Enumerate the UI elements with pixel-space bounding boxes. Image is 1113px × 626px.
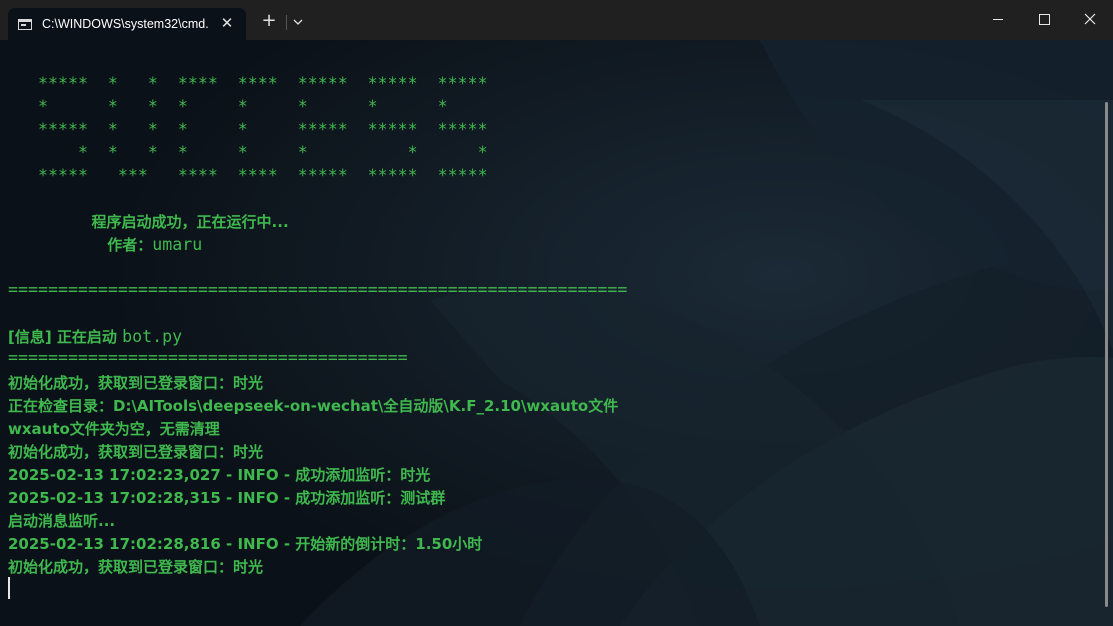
author-line: 作者：umaru [8, 235, 202, 255]
banner-line: * * * * * * * * [38, 97, 448, 116]
maximize-button[interactable] [1021, 0, 1067, 40]
close-icon [1084, 13, 1096, 25]
author-name: umaru [152, 235, 203, 254]
tab-separator [286, 15, 287, 30]
minimize-button[interactable] [975, 0, 1021, 40]
log-line: 2025-02-13 17:02:28,816 - INFO - 开始新的倒计时… [8, 535, 483, 553]
log-line: wxauto文件夹为空，无需清理 [8, 420, 220, 438]
new-tab-button[interactable]: + [259, 11, 279, 31]
banner-line: ***** * * * * ***** ***** ***** [38, 120, 488, 139]
tab-title: C:\WINDOWS\system32\cmd. [42, 17, 209, 31]
banner-line: ***** *** **** **** ***** ***** ***** [38, 166, 488, 185]
scrollbar[interactable] [1105, 102, 1108, 607]
terminal-tab[interactable]: C:\WINDOWS\system32\cmd. ✕ [8, 8, 246, 40]
terminal-output[interactable]: ***** * * **** **** ***** ***** ***** * … [0, 40, 1113, 626]
log-line: 2025-02-13 17:02:28,315 - INFO - 成功添加监听：… [8, 489, 446, 507]
cmd-icon [18, 18, 32, 30]
banner-line: ***** * * **** **** ***** ***** ***** [38, 74, 488, 93]
banner-line: * * * * * * * * [38, 143, 488, 162]
log-line: 初始化成功，获取到已登录窗口：时光 [8, 374, 264, 392]
author-label: 作者： [8, 236, 153, 254]
info-tag: [信息] 正在启动 [8, 328, 123, 346]
close-tab-button[interactable]: ✕ [220, 16, 234, 31]
divider-long: ========================================… [8, 280, 628, 299]
log-line: 2025-02-13 17:02:23,027 - INFO - 成功添加监听：… [8, 466, 431, 484]
close-window-button[interactable] [1067, 0, 1113, 40]
info-file: bot.py [122, 327, 183, 346]
log-line: 初始化成功，获取到已登录窗口：时光 [8, 558, 264, 576]
log-line: 正在检查目录：D:\AITools\deepseek-on-wechat\全自动… [8, 397, 619, 415]
chevron-down-icon [293, 19, 303, 25]
info-line: [信息] 正在启动 bot.py [8, 327, 182, 347]
log-line: 启动消息监听... [8, 512, 116, 530]
status-line: 程序启动成功，正在运行中... [8, 213, 289, 231]
tab-dropdown-button[interactable] [289, 13, 307, 31]
log-line: 初始化成功，获取到已登录窗口：时光 [8, 443, 264, 461]
text-cursor [8, 577, 10, 599]
divider-short: ======================================== [8, 348, 408, 367]
title-bar[interactable]: C:\WINDOWS\system32\cmd. ✕ + [0, 0, 1113, 40]
